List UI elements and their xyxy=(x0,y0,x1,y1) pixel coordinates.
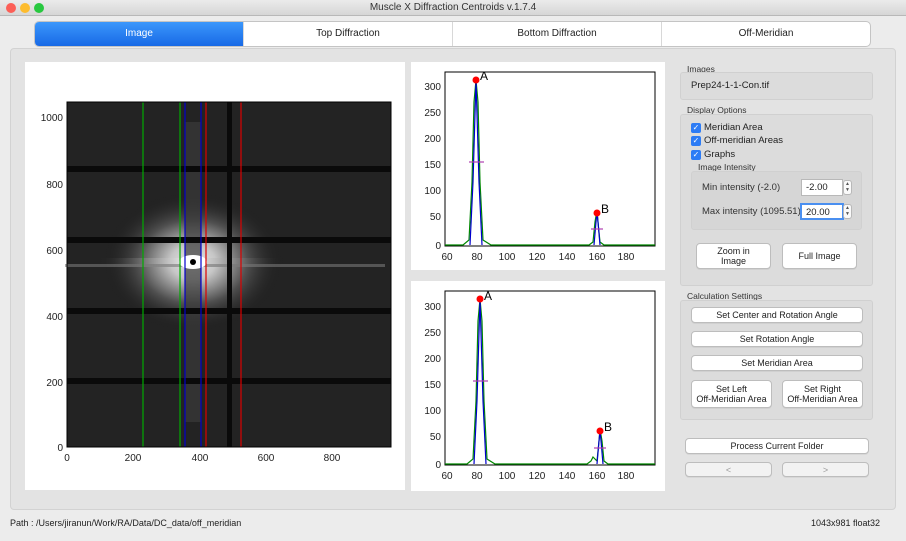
x-tick: 0 xyxy=(64,453,70,464)
y-tick: 1000 xyxy=(41,113,64,124)
x-tick: 100 xyxy=(499,471,516,482)
x-tick: 140 xyxy=(559,471,576,482)
set-meridian-area-button[interactable]: Set Meridian Area xyxy=(691,355,863,371)
x-tick: 80 xyxy=(471,471,483,482)
x-tick: 160 xyxy=(589,252,606,263)
peak-a-marker xyxy=(476,295,484,303)
tab-off-meridian[interactable]: Off-Meridian xyxy=(662,22,870,46)
y-tick: 300 xyxy=(424,82,441,93)
max-intensity-label: Max intensity (1095.51) xyxy=(702,206,801,217)
x-tick: 160 xyxy=(589,471,606,482)
top-y-ticks: 300 250 200 150 100 50 0 xyxy=(424,82,441,252)
min-intensity-stepper[interactable]: ▲ ▼ xyxy=(843,180,852,195)
status-path: Path : /Users/jiranun/Work/RA/Data/DC_da… xyxy=(10,518,242,528)
x-tick: 140 xyxy=(559,252,576,263)
minimize-window-icon[interactable] xyxy=(20,3,30,13)
window-title: Muscle X Diffraction Centroids v.1.7.4 xyxy=(369,2,537,13)
peak-b-marker xyxy=(593,209,601,217)
y-tick: 200 xyxy=(424,134,441,145)
bottom-x-ticks: 60 80 100 120 140 160 180 xyxy=(441,471,634,482)
x-tick: 400 xyxy=(192,453,209,464)
tab-bottom-diffraction[interactable]: Bottom Diffraction xyxy=(453,22,662,46)
peak-b-label: B xyxy=(601,202,609,216)
peak-a-label: A xyxy=(480,69,488,83)
title-bar: Muscle X Diffraction Centroids v.1.7.4 xyxy=(0,0,906,16)
x-tick: 800 xyxy=(324,453,341,464)
y-tick: 300 xyxy=(424,302,441,313)
graphs-checkbox[interactable]: ✓ Graphs xyxy=(691,149,735,160)
y-tick: 0 xyxy=(435,241,441,252)
min-intensity-input[interactable]: -2.00 xyxy=(801,179,843,196)
y-tick: 50 xyxy=(430,432,442,443)
image-plot[interactable]: 1000 800 600 400 200 0 0 200 400 600 800 xyxy=(25,62,405,490)
maximize-window-icon[interactable] xyxy=(34,3,44,13)
x-tick: 200 xyxy=(125,453,142,464)
next-button[interactable]: > xyxy=(782,462,869,477)
x-tick: 80 xyxy=(471,252,483,263)
x-tick: 600 xyxy=(258,453,275,464)
y-tick: 0 xyxy=(435,460,441,471)
set-right-off-meridian-button[interactable]: Set Right Off-Meridian Area xyxy=(782,380,863,408)
y-tick: 600 xyxy=(46,246,63,257)
image-y-ticks: 1000 800 600 400 200 0 xyxy=(41,113,64,454)
min-intensity-label: Min intensity (-2.0) xyxy=(702,182,781,193)
top-x-ticks: 60 80 100 120 140 160 180 xyxy=(441,252,634,263)
max-intensity-input[interactable]: 20.00 xyxy=(800,203,844,220)
center-marker xyxy=(190,259,196,265)
status-image-info: 1043x981 float32 xyxy=(810,518,880,528)
tab-image[interactable]: Image xyxy=(35,22,244,46)
y-tick: 200 xyxy=(424,354,441,365)
zoom-in-image-button[interactable]: Zoom in Image xyxy=(696,243,771,269)
set-left-off-meridian-button[interactable]: Set Left Off-Meridian Area xyxy=(691,380,772,408)
process-current-folder-button[interactable]: Process Current Folder xyxy=(685,438,869,454)
checkmark-icon: ✓ xyxy=(691,149,701,160)
y-tick: 250 xyxy=(424,108,441,119)
x-tick: 180 xyxy=(618,471,635,482)
close-window-icon[interactable] xyxy=(6,3,16,13)
y-tick: 0 xyxy=(57,443,63,454)
checkmark-icon: ✓ xyxy=(691,135,701,146)
x-tick: 120 xyxy=(529,471,546,482)
x-tick: 120 xyxy=(529,252,546,263)
y-tick: 200 xyxy=(46,378,63,389)
off-meridian-areas-checkbox[interactable]: ✓ Off-meridian Areas xyxy=(691,135,783,146)
y-tick: 150 xyxy=(424,380,441,391)
image-x-ticks: 0 200 400 600 800 xyxy=(64,453,341,464)
x-tick: 60 xyxy=(441,252,453,263)
image-filename: Prep24-1-1-Con.tif xyxy=(680,72,873,100)
bottom-diffraction-plot[interactable]: A B 300 250 200 150 100 50 0 60 80 100 1… xyxy=(411,281,665,491)
y-tick: 400 xyxy=(46,312,63,323)
peak-a-marker xyxy=(472,76,480,84)
x-tick: 100 xyxy=(499,252,516,263)
checkmark-icon: ✓ xyxy=(691,122,701,133)
x-tick: 180 xyxy=(618,252,635,263)
y-tick: 50 xyxy=(430,212,442,223)
full-image-button[interactable]: Full Image xyxy=(782,243,857,269)
y-tick: 150 xyxy=(424,160,441,171)
set-rotation-angle-button[interactable]: Set Rotation Angle xyxy=(691,331,863,347)
tab-bar: Image Top Diffraction Bottom Diffraction… xyxy=(34,21,871,47)
meridian-area-checkbox[interactable]: ✓ Meridian Area xyxy=(691,122,763,133)
peak-b-marker xyxy=(596,427,604,435)
peak-a-label: A xyxy=(484,289,492,303)
y-tick: 250 xyxy=(424,328,441,339)
previous-button[interactable]: < xyxy=(685,462,772,477)
set-center-rotation-button[interactable]: Set Center and Rotation Angle xyxy=(691,307,863,323)
top-diffraction-plot[interactable]: A B 300 250 200 150 100 50 0 60 80 100 1… xyxy=(411,62,665,270)
tab-top-diffraction[interactable]: Top Diffraction xyxy=(244,22,453,46)
peak-b-label: B xyxy=(604,420,612,434)
max-intensity-stepper[interactable]: ▲ ▼ xyxy=(843,204,852,219)
x-tick: 60 xyxy=(441,471,453,482)
bottom-y-ticks: 300 250 200 150 100 50 0 xyxy=(424,302,441,471)
y-tick: 800 xyxy=(46,180,63,191)
y-tick: 100 xyxy=(424,186,441,197)
y-tick: 100 xyxy=(424,406,441,417)
